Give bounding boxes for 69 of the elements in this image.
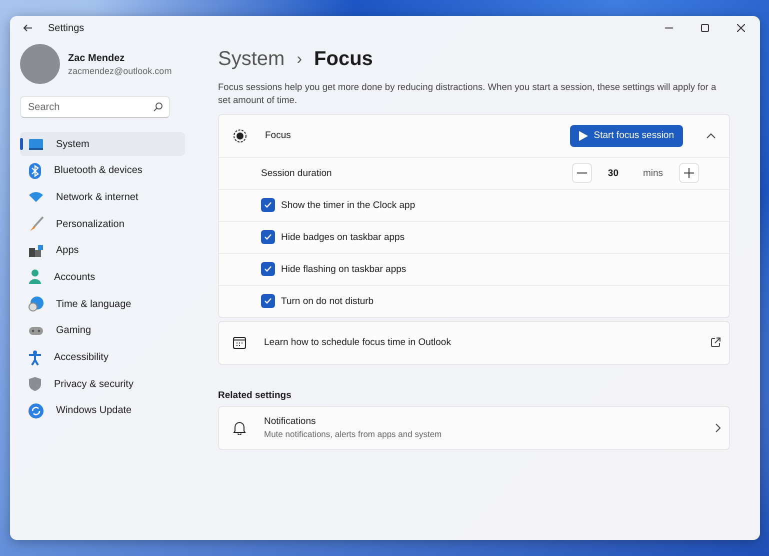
option-label: Hide flashing on taskbar apps <box>281 264 408 275</box>
sidebar-item[interactable]: System <box>20 132 185 156</box>
page-description: Focus sessions help you get more done by reducing distractions. When you start a session, these settings will apply for a set amount of time. <box>218 81 718 108</box>
checkbox[interactable] <box>261 262 275 276</box>
profile-email: zacmendez@outlook.com <box>68 66 172 76</box>
session-duration-label: Session duration <box>261 168 333 179</box>
search-icon <box>153 102 163 112</box>
wifi-icon <box>28 191 44 204</box>
monitor-icon <box>28 138 44 150</box>
play-icon <box>578 130 588 141</box>
start-focus-button[interactable]: Start focus session <box>570 124 683 147</box>
focus-title: Focus <box>265 130 292 142</box>
sidebar-item[interactable]: Privacy & security <box>20 372 185 396</box>
related-item-title: Notifications <box>264 416 317 428</box>
profile-name: Zac Mendez <box>68 52 126 64</box>
breadcrumb-separator: › <box>296 50 302 68</box>
calendar-icon <box>233 336 246 350</box>
page-title: Focus <box>314 48 373 71</box>
avatar <box>20 44 60 84</box>
sidebar-item[interactable]: Bluetooth & devices <box>20 158 185 183</box>
option-label: Show the timer in the Clock app <box>281 200 416 211</box>
close-icon <box>737 24 745 32</box>
sidebar-item[interactable]: Personalization <box>20 212 185 236</box>
shield-icon <box>28 376 42 392</box>
plus-icon <box>684 168 694 178</box>
bell-icon <box>233 420 246 435</box>
duration-unit: mins <box>642 168 663 179</box>
duration-value: 30 <box>608 168 618 179</box>
checkbox[interactable] <box>261 230 275 244</box>
sidebar-item[interactable]: Apps <box>20 238 185 263</box>
search-field[interactable]: Search <box>20 96 170 118</box>
focus-icon <box>233 128 247 143</box>
person-icon <box>28 269 42 286</box>
window-title: Settings <box>48 22 86 34</box>
checkbox[interactable] <box>261 198 275 212</box>
sidebar-item[interactable]: Accessibility <box>20 346 185 370</box>
related-item-subtitle: Mute notifications, alerts from apps and system <box>264 429 443 440</box>
sidebar-item[interactable]: Windows Update <box>20 398 185 423</box>
outlook-link-label: Learn how to schedule focus time in Outlook <box>264 337 452 348</box>
checkmark-icon <box>263 232 273 242</box>
checkbox[interactable] <box>261 294 275 308</box>
notifications-card[interactable]: Notifications Mute notifications, alerts from apps and system <box>218 406 730 450</box>
minus-icon <box>576 172 587 174</box>
related-settings-heading: Related settings <box>218 390 292 401</box>
checkmark-icon <box>263 296 273 306</box>
sidebar-item[interactable]: Network & internet <box>20 185 185 210</box>
sync-icon <box>28 402 44 419</box>
gamepad-icon <box>28 324 44 337</box>
chevron-right-icon <box>715 422 721 433</box>
decrease-button[interactable] <box>572 163 592 184</box>
back-arrow-icon <box>23 23 33 33</box>
increase-button[interactable] <box>679 163 699 184</box>
sidebar-item[interactable]: Gaming <box>20 318 185 343</box>
sidebar-item[interactable]: Time & language <box>20 292 185 316</box>
option-label: Turn on do not disturb <box>281 296 375 307</box>
globe-clock-icon <box>28 296 44 312</box>
bluetooth-icon <box>28 162 42 179</box>
sidebar-item[interactable]: Accounts <box>20 265 185 290</box>
checkmark-icon <box>263 200 273 210</box>
option-label: Hide badges on taskbar apps <box>281 232 406 243</box>
checkmark-icon <box>263 264 273 274</box>
outlook-link-card[interactable]: Learn how to schedule focus time in Outlook <box>218 320 730 365</box>
apps-icon <box>28 244 44 258</box>
breadcrumb-parent[interactable]: System <box>218 48 285 71</box>
accessibility-icon <box>28 350 42 366</box>
external-link-icon <box>710 337 721 348</box>
paintbrush-icon <box>28 216 44 232</box>
chevron-icon <box>706 132 716 139</box>
maximize-icon <box>701 24 709 32</box>
